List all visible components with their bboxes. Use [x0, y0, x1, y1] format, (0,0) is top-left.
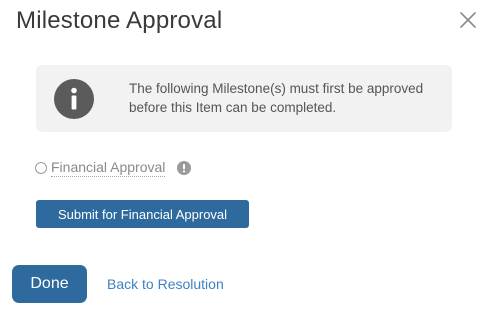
done-button[interactable]: Done — [12, 265, 87, 303]
help-icon[interactable] — [177, 161, 192, 175]
close-icon[interactable] — [457, 9, 479, 31]
back-to-resolution-link[interactable]: Back to Resolution — [107, 276, 224, 292]
notice-box: The following Milestone(s) must first be… — [36, 65, 452, 132]
submit-financial-approval-button[interactable]: Submit for Financial Approval — [36, 200, 249, 228]
milestone-label[interactable]: Financial Approval — [51, 159, 166, 177]
dialog-title: Milestone Approval — [16, 7, 223, 34]
financial-approval-radio[interactable] — [35, 162, 47, 174]
milestone-option-financial-approval[interactable]: Financial Approval — [35, 158, 192, 178]
info-icon — [54, 79, 94, 119]
milestone-approval-dialog: Milestone Approval The following Milesto… — [0, 0, 492, 316]
notice-text: The following Milestone(s) must first be… — [129, 81, 424, 115]
